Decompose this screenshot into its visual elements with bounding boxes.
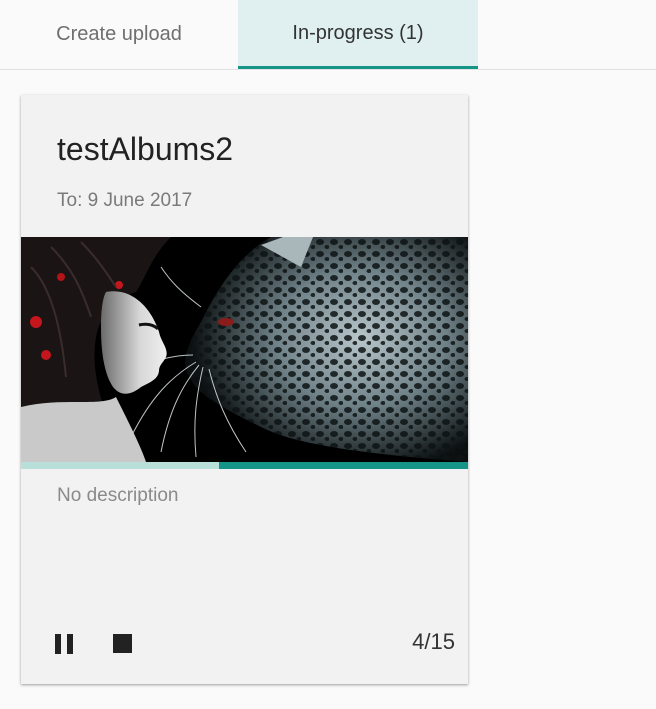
upload-progress-bar bbox=[21, 462, 468, 469]
upload-progress-fill bbox=[219, 462, 468, 469]
upload-card: testAlbums2 To: 9 June 2017 No descripti… bbox=[21, 95, 468, 684]
upload-counter: 4/15 bbox=[412, 629, 455, 654]
album-title: testAlbums2 bbox=[57, 131, 234, 167]
album-description: No description bbox=[57, 485, 179, 506]
tab-bar: Create upload In-progress (1) bbox=[0, 0, 656, 70]
tab-create-upload[interactable]: Create upload bbox=[0, 0, 238, 69]
stop-icon bbox=[113, 634, 132, 653]
tab-in-progress-label: In-progress (1) bbox=[292, 21, 424, 44]
album-thumbnail bbox=[21, 237, 468, 462]
tab-in-progress[interactable]: In-progress (1) bbox=[238, 0, 478, 69]
tab-create-upload-label: Create upload bbox=[56, 23, 182, 45]
stop-button[interactable] bbox=[110, 630, 138, 658]
pause-button[interactable] bbox=[51, 630, 79, 658]
album-date: To: 9 June 2017 bbox=[57, 190, 193, 211]
